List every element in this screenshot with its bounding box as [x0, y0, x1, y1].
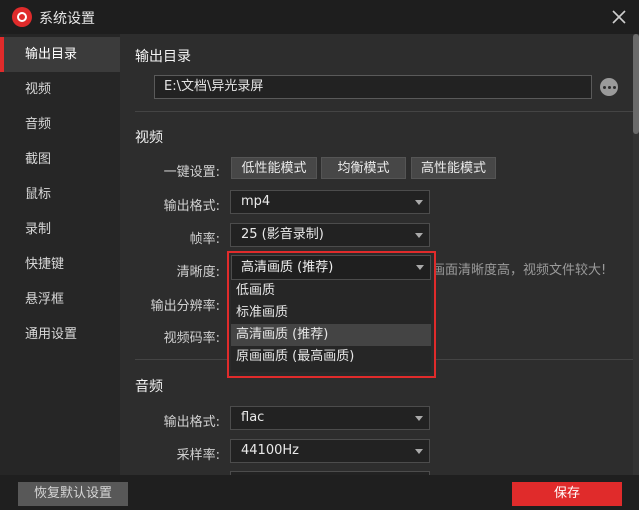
sample-rate-select[interactable]: 44100Hz: [230, 439, 430, 463]
resolution-label: 输出分辨率:: [150, 299, 220, 314]
quality-option-low[interactable]: 低画质: [231, 280, 431, 302]
sidebar-item-floating-box[interactable]: 悬浮框: [0, 282, 120, 317]
bitrate-label: 视频码率:: [163, 331, 220, 346]
quality-select[interactable]: 高清画质 (推荐): [231, 255, 431, 280]
save-button[interactable]: 保存: [512, 482, 622, 506]
section-title-video: 视频: [135, 130, 163, 146]
reset-defaults-button[interactable]: 恢复默认设置: [18, 482, 128, 506]
scrollbar[interactable]: [633, 34, 639, 475]
audio-format-value: flac: [241, 410, 265, 425]
fps-label: 帧率:: [189, 232, 220, 247]
app-logo-icon: [12, 7, 32, 27]
sidebar-item-video[interactable]: 视频: [0, 72, 120, 107]
quality-option-hd[interactable]: 高清画质 (推荐): [231, 324, 431, 346]
window-title: 系统设置: [39, 11, 95, 27]
audio-format-select[interactable]: flac: [230, 406, 430, 430]
audio-format-label: 输出格式:: [163, 415, 220, 430]
fps-select[interactable]: 25 (影音录制): [230, 223, 430, 247]
chevron-down-icon: [415, 200, 423, 205]
section-title-audio: 音频: [135, 379, 163, 395]
output-path-field[interactable]: E:\文档\异光录屏: [154, 75, 592, 99]
high-performance-button[interactable]: 高性能模式: [411, 157, 496, 179]
preset-label: 一键设置:: [163, 165, 220, 180]
sidebar-item-mouse[interactable]: 鼠标: [0, 177, 120, 212]
more-icon[interactable]: [600, 78, 618, 96]
chevron-down-icon: [416, 265, 424, 270]
sidebar: 输出目录 视频 音频 截图 鼠标 录制 快捷键 悬浮框 通用设置: [0, 34, 120, 475]
video-format-label: 输出格式:: [163, 199, 220, 214]
divider: [135, 111, 635, 112]
chevron-down-icon: [415, 449, 423, 454]
chevron-down-icon: [415, 416, 423, 421]
sidebar-item-screenshot[interactable]: 截图: [0, 142, 120, 177]
quality-value: 高清画质 (推荐): [241, 260, 334, 275]
close-icon: [612, 10, 626, 24]
sample-rate-label: 采样率:: [176, 448, 220, 463]
fps-value: 25 (影音录制): [241, 227, 324, 242]
section-title-output-dir: 输出目录: [135, 49, 191, 65]
close-button[interactable]: [606, 4, 632, 30]
video-format-select[interactable]: mp4: [230, 190, 430, 214]
balanced-button[interactable]: 均衡模式: [321, 157, 406, 179]
sidebar-item-hotkeys[interactable]: 快捷键: [0, 247, 120, 282]
quality-option-original[interactable]: 原画画质 (最高画质): [231, 346, 431, 368]
chevron-down-icon: [415, 233, 423, 238]
quality-hint: 画面清晰度高，视频文件较大!: [432, 263, 607, 278]
sidebar-item-general[interactable]: 通用设置: [0, 317, 120, 352]
quality-label: 清晰度:: [176, 265, 220, 280]
sidebar-item-record[interactable]: 录制: [0, 212, 120, 247]
video-format-value: mp4: [241, 194, 271, 209]
sidebar-item-audio[interactable]: 音频: [0, 107, 120, 142]
sample-rate-value: 44100Hz: [241, 443, 299, 458]
quality-dropdown-list: 低画质 标准画质 高清画质 (推荐) 原画画质 (最高画质): [231, 280, 431, 372]
title-bar: 系统设置: [0, 0, 639, 34]
scroll-thumb[interactable]: [633, 34, 639, 134]
sidebar-item-output-dir[interactable]: 输出目录: [0, 37, 120, 72]
footer: 恢复默认设置 保存: [0, 475, 639, 510]
low-performance-button[interactable]: 低性能模式: [231, 157, 317, 179]
quality-option-standard[interactable]: 标准画质: [231, 302, 431, 324]
